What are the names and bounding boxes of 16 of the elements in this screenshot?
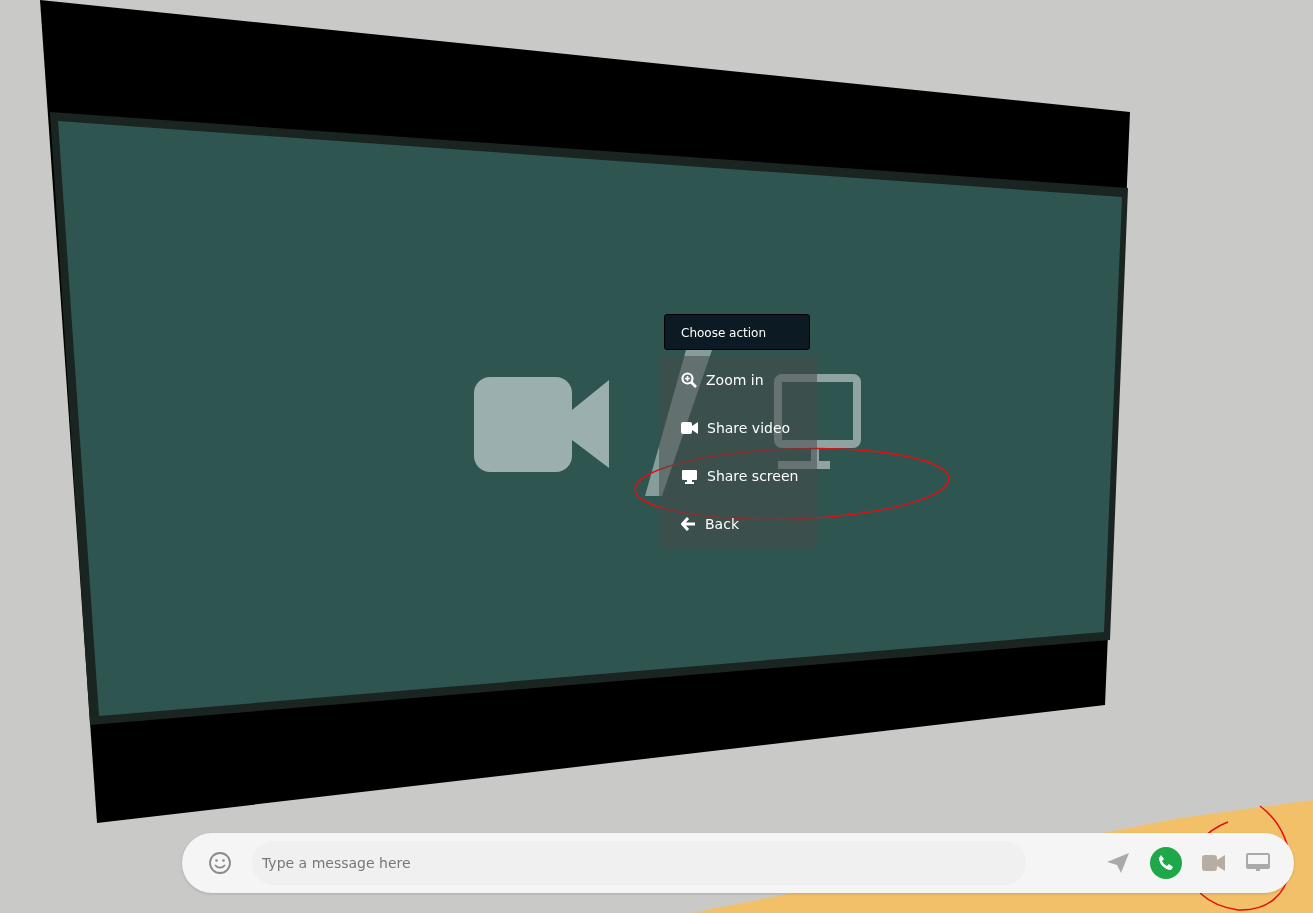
message-input[interactable]: Type a message here (252, 841, 1026, 885)
video-camera-icon[interactable] (1202, 855, 1226, 871)
menu-item[interactable]: Back (659, 500, 817, 548)
arrow-left-icon (681, 517, 696, 531)
monitor-icon[interactable] (1246, 853, 1270, 873)
send-icon[interactable] (1106, 852, 1130, 874)
phone-call-icon[interactable] (1150, 847, 1182, 879)
menu-item[interactable]: Zoom in (659, 356, 817, 404)
zoom-in-icon (681, 372, 697, 388)
menu-item[interactable]: Share video (659, 404, 817, 452)
camera-icon (474, 377, 609, 472)
monitor-icon (681, 468, 698, 484)
menu-title: Choose action (664, 314, 810, 350)
menu-item[interactable]: Share screen (659, 452, 817, 500)
video-camera-icon (681, 422, 698, 434)
smiley-icon[interactable] (208, 851, 232, 875)
